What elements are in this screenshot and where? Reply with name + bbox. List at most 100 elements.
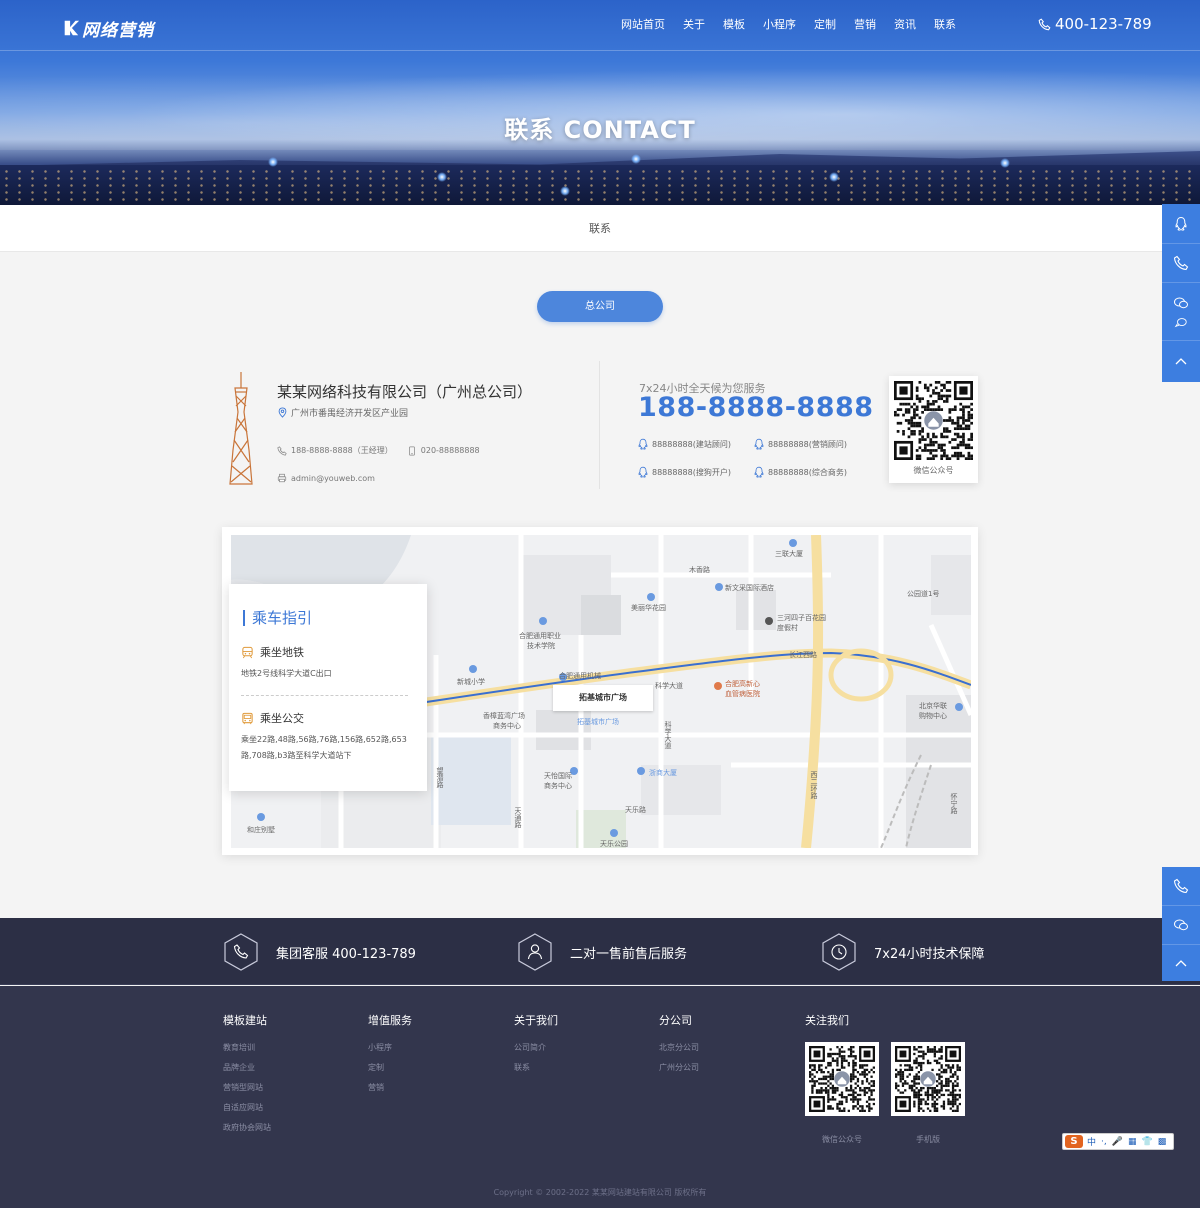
side-back-to-top-button[interactable] (1162, 945, 1200, 981)
map-label: 西二环路 (810, 771, 818, 799)
footer-col-head: 关注我们 (805, 1014, 849, 1027)
printer-icon (277, 473, 287, 483)
footer-col-branches: 分公司 北京分公司 广州分公司 (659, 1012, 699, 1078)
nav-news[interactable]: 资讯 (885, 18, 925, 32)
clock-hex-icon (822, 933, 856, 971)
map-label: 香樟蓝湾广场 (483, 712, 525, 720)
ime-toolbar[interactable]: S 中 ·, 🎤 ▦ 👕 ▩ (1062, 1133, 1174, 1150)
side-phone-button[interactable] (1162, 867, 1200, 906)
ime-mode-icon[interactable]: 中 (1087, 1135, 1096, 1148)
sogou-ime-logo: S (1065, 1135, 1083, 1148)
wechat-icon (1174, 919, 1188, 931)
map-label: 商务中心 (544, 782, 572, 790)
map-popup-marker[interactable]: 拓基城市广场 (553, 685, 653, 711)
banner-light-dot (631, 154, 641, 164)
qq-consultant-website[interactable]: 88888888(建站顾问) (637, 438, 731, 450)
footer-link[interactable]: 品牌企业 (223, 1058, 271, 1078)
company-mobile: 188-8888-8888（王经理） 020-88888888 (277, 445, 480, 456)
side-back-to-top-button[interactable] (1162, 341, 1200, 380)
qq-icon (754, 466, 764, 478)
map-label: 天乐路 (625, 806, 646, 814)
strip-text: 集团客服 400-123-789 (276, 946, 416, 962)
phone-hex-icon (224, 933, 258, 971)
map-label: 合肥通用职业 (519, 632, 561, 640)
strip-text: 二对一售前售后服务 (570, 946, 688, 962)
site-logo[interactable]: 网络营销 (62, 16, 154, 41)
footer-link[interactable]: 营销 (368, 1078, 412, 1098)
footer-link[interactable]: 公司简介 (514, 1038, 558, 1058)
strip-text: 7x24小时技术保障 (874, 946, 985, 962)
chevron-up-icon (1175, 357, 1187, 364)
qq-consultant-sogou[interactable]: 88888888(搜狗开户) (637, 466, 731, 478)
breadcrumb: 联系 (0, 205, 1200, 252)
banner-light-dot (560, 186, 570, 196)
wechat-icon (1174, 297, 1188, 308)
side-qq-button[interactable] (1162, 204, 1200, 244)
footer-link[interactable]: 定制 (368, 1058, 412, 1078)
nav-about[interactable]: 关于 (674, 18, 714, 32)
qq-icon (754, 438, 764, 450)
map-label: 购物中心 (919, 712, 947, 720)
map-label: 技术学院 (527, 642, 555, 650)
banner-light-dot (268, 157, 278, 167)
ime-keyboard-icon[interactable]: ▦ (1128, 1137, 1137, 1147)
strip-customer-service: 集团客服 400-123-789 (223, 933, 416, 971)
company-email: admin@youweb.com (277, 473, 375, 483)
nav-home[interactable]: 网站首页 (612, 18, 674, 32)
footer-link[interactable]: 小程序 (368, 1038, 412, 1058)
map-label: 浙商大厦 (649, 769, 677, 777)
nav-custom[interactable]: 定制 (805, 18, 845, 32)
main-nav: 网站首页 关于 模板 小程序 定制 营销 资讯 联系 (612, 18, 965, 32)
map-label: 三联大厦 (775, 550, 803, 558)
footer-link[interactable]: 政府协会网站 (223, 1118, 271, 1138)
side-wechat-button[interactable] (1162, 283, 1200, 341)
side-wechat-button[interactable] (1162, 906, 1200, 945)
map-label: 合肥高新心 (725, 680, 760, 688)
tab-headquarters[interactable]: 总公司 (537, 291, 663, 322)
nav-mini-program[interactable]: 小程序 (754, 18, 805, 32)
footer-qr-mobile (891, 1042, 965, 1116)
footer-col-head: 增值服务 (368, 1014, 412, 1027)
map-label: 长江西路 (789, 651, 817, 659)
qq-consultant-business[interactable]: 88888888(综合商务) (753, 466, 847, 478)
banner-light-dot (829, 172, 839, 182)
map-label: 拓基城市广场 (577, 718, 619, 726)
qr-label: 手机版 (916, 1135, 940, 1144)
map-label: 合肥通用机械 (559, 672, 601, 680)
map-label: 科学大道 (664, 721, 672, 749)
banner-city-lights (0, 168, 1200, 205)
phone-icon (1173, 255, 1189, 271)
footer-link[interactable]: 广州分公司 (659, 1058, 699, 1078)
address-text: 广州市番禺经济开发区产业园 (291, 409, 409, 419)
strip-tech-support: 7x24小时技术保障 (821, 933, 985, 971)
logo-text: 网络营销 (82, 20, 154, 41)
ime-skin-icon[interactable]: 👕 (1141, 1137, 1152, 1147)
map-label: 三河四子百花园 (777, 614, 826, 622)
ime-punct-icon[interactable]: ·, (1101, 1137, 1107, 1147)
ime-mic-icon[interactable]: 🎤 (1112, 1137, 1123, 1147)
nav-templates[interactable]: 模板 (714, 18, 754, 32)
footer-col-templates: 模板建站 教育培训 品牌企业 营销型网站 自适应网站 政府协会网站 (223, 1012, 271, 1138)
footer-col-about: 关于我们 公司简介 联系 (514, 1012, 558, 1078)
banner (0, 0, 1200, 205)
page-title: 联系 CONTACT (504, 116, 696, 144)
footer-link[interactable]: 教育培训 (223, 1038, 271, 1058)
nav-marketing[interactable]: 营销 (845, 18, 885, 32)
qq-consultant-marketing[interactable]: 88888888(营销顾问) (753, 438, 847, 450)
ime-toolbox-icon[interactable]: ▩ (1158, 1137, 1167, 1147)
nav-contact[interactable]: 联系 (925, 18, 965, 32)
side-phone-button[interactable] (1162, 244, 1200, 283)
map-label: 天通路 (514, 807, 522, 828)
footer-link[interactable]: 自适应网站 (223, 1098, 271, 1118)
email-text[interactable]: admin@youweb.com (291, 474, 375, 483)
bus-title: 乘坐公交 (260, 712, 304, 725)
map-label: 公园道1号 (907, 590, 940, 598)
footer-link[interactable]: 联系 (514, 1058, 558, 1078)
qq-icon (638, 438, 648, 450)
footer-col-follow: 关注我们 (805, 1012, 849, 1038)
footer-link[interactable]: 营销型网站 (223, 1078, 271, 1098)
footer-link[interactable]: 北京分公司 (659, 1038, 699, 1058)
metro-title: 乘坐地铁 (260, 646, 304, 659)
footer-col-services: 增值服务 小程序 定制 营销 (368, 1012, 412, 1098)
map-label: 新城小学 (457, 678, 485, 686)
